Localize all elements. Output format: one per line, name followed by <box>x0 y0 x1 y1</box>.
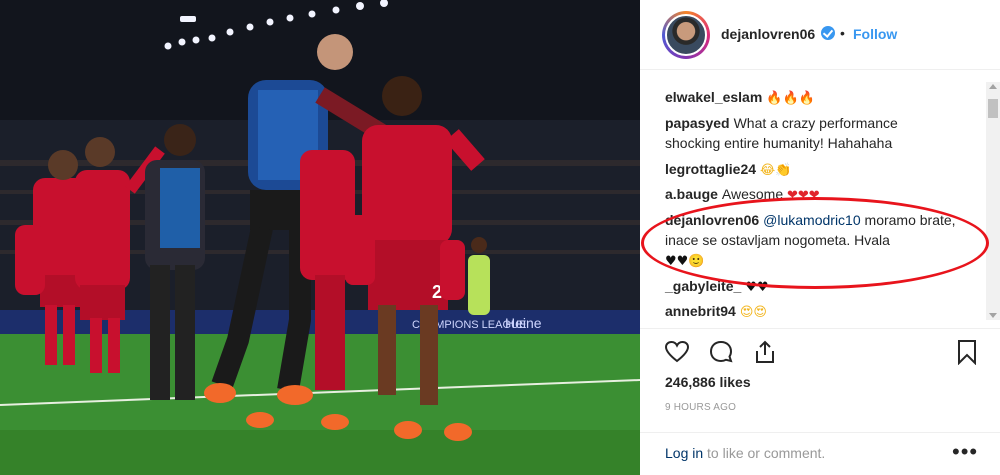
comments-list: elwakel_eslam 🔥🔥🔥 papasyed What a crazy pe… <box>640 70 986 328</box>
heart-emoji: ❤❤❤ <box>787 188 820 203</box>
comment-item: _gabyleite_ ♥♥ <box>665 276 965 298</box>
post-timestamp[interactable]: 9 HOURS AGO <box>665 402 736 413</box>
heart-eyes-emoji: 😍😍 <box>739 305 767 320</box>
comment-username[interactable]: legrottaglie24 <box>665 161 756 177</box>
comment-username[interactable]: a.bauge <box>665 186 718 202</box>
comment-item: elwakel_eslam 🔥🔥🔥 <box>665 87 965 109</box>
login-footer: Log in to like or comment. ••• <box>640 432 1000 475</box>
comment-text: Awesome <box>721 186 784 202</box>
comment-username[interactable]: elwakel_eslam <box>665 89 762 105</box>
comments-scrollbar[interactable] <box>986 82 1000 320</box>
bookmark-icon[interactable] <box>954 339 980 365</box>
follow-button[interactable]: Follow <box>853 26 897 42</box>
like-count[interactable]: 246,886 likes <box>665 374 751 390</box>
header-username[interactable]: dejanlovren06 <box>721 26 815 42</box>
comment-mention[interactable]: @lukamodric10 <box>763 212 860 228</box>
fire-emoji: 🔥🔥🔥 <box>766 91 815 106</box>
comment-username[interactable]: papasyed <box>665 115 730 131</box>
action-bar <box>640 328 1000 374</box>
laugh-clap-emoji: 😂👏 <box>760 163 792 178</box>
login-link[interactable]: Log in <box>665 445 703 461</box>
login-suffix: to like or comment. <box>703 445 826 461</box>
header-separator: • <box>840 25 845 41</box>
scroll-thumb[interactable] <box>988 99 998 118</box>
comment-username[interactable]: dejanlovren06 <box>665 212 759 228</box>
avatar-story-ring[interactable] <box>662 11 710 59</box>
comment-item: a.bauge Awesome ❤❤❤ <box>665 184 965 206</box>
comment-item: legrottaglie24 😂👏 <box>665 159 965 181</box>
comment-icon[interactable] <box>708 339 734 365</box>
comment-username[interactable]: annebrit94 <box>665 303 736 319</box>
heart-icon[interactable] <box>664 339 690 365</box>
avatar[interactable] <box>665 14 707 56</box>
comment-item-highlighted: dejanlovren06 @lukamodric10 moramo brate,… <box>665 210 970 272</box>
scroll-up-arrow-icon[interactable] <box>989 84 997 89</box>
post-sidebar: dejanlovren06 • Follow elwakel_eslam 🔥🔥🔥 … <box>640 0 1000 475</box>
celebration-photo: Heine CHAMPIONS LEAGUE <box>0 0 640 475</box>
verified-badge-icon <box>821 26 835 40</box>
comment-item: papasyed What a crazy performance shockin… <box>665 113 955 153</box>
post-header: dejanlovren06 • Follow <box>640 0 1000 70</box>
post-photo[interactable]: Heine CHAMPIONS LEAGUE <box>0 0 640 475</box>
black-heart-emoji: ♥♥ <box>745 280 769 295</box>
scroll-down-arrow-icon[interactable] <box>989 313 997 318</box>
comment-username[interactable]: _gabyleite_ <box>665 278 741 294</box>
more-options-icon[interactable]: ••• <box>952 439 978 465</box>
hearts-smile-emoji: ♥♥🙂 <box>665 254 705 269</box>
share-icon[interactable] <box>752 339 778 365</box>
comment-item: annebrit94 😍😍 <box>665 301 965 323</box>
login-prompt: Log in to like or comment. <box>665 445 825 461</box>
